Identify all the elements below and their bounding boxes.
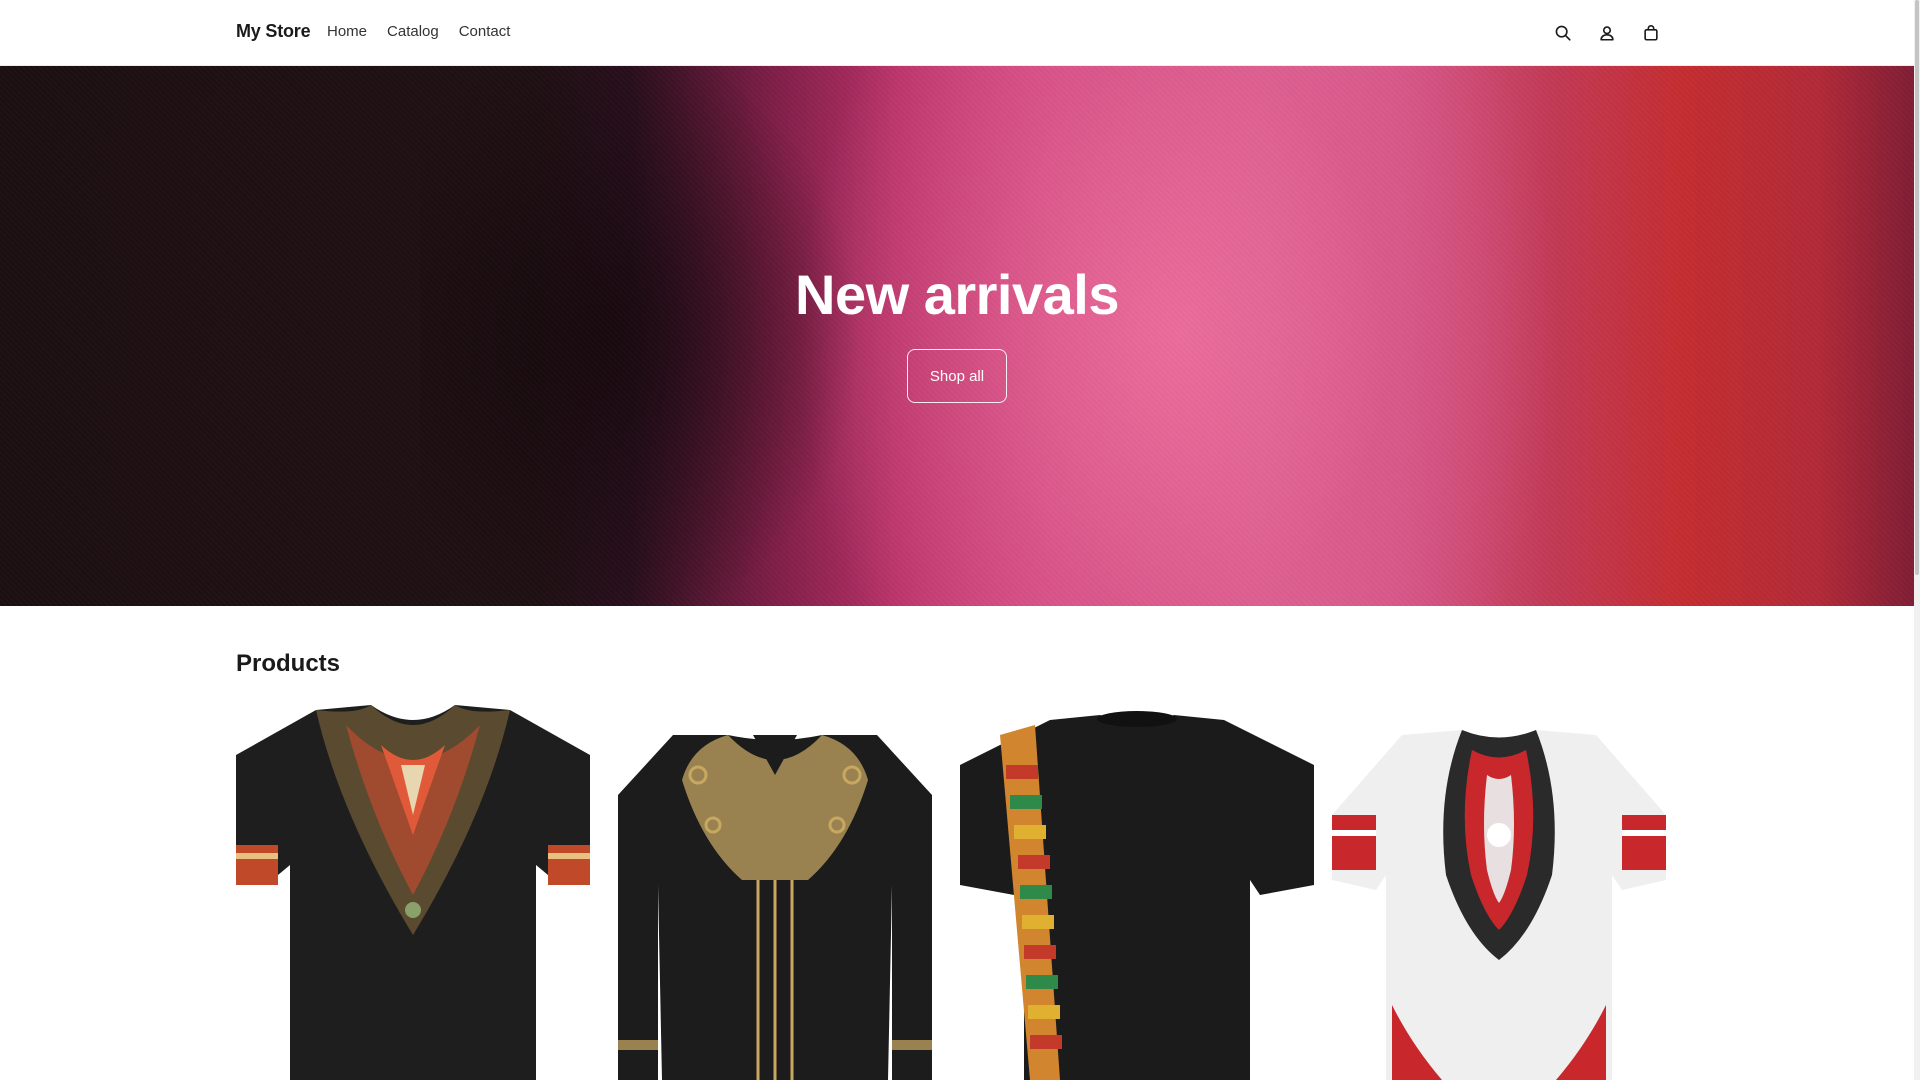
- cart-icon[interactable]: [1638, 20, 1664, 46]
- scrollbar-thumb[interactable]: [1915, 0, 1919, 575]
- product-card-2[interactable]: [598, 705, 952, 1080]
- product-image-1: [236, 705, 590, 1080]
- product-card-4[interactable]: [1322, 705, 1676, 1080]
- shop-all-button[interactable]: Shop all: [907, 349, 1007, 403]
- product-card-1[interactable]: [236, 705, 590, 1080]
- store-logo[interactable]: My Store: [236, 21, 311, 42]
- site-header: My Store Home Catalog Contact: [0, 0, 1914, 66]
- nav-contact[interactable]: Contact: [459, 23, 511, 40]
- page: My Store Home Catalog Contact New arriva…: [0, 0, 1914, 1080]
- product-image-4: [1322, 705, 1676, 1080]
- nav-home[interactable]: Home: [327, 23, 367, 40]
- product-image-3: [960, 705, 1314, 1080]
- product-image-2: [598, 705, 952, 1080]
- header-icons: [1550, 20, 1664, 46]
- nav-catalog[interactable]: Catalog: [387, 23, 439, 40]
- account-icon[interactable]: [1594, 20, 1620, 46]
- search-icon[interactable]: [1550, 20, 1576, 46]
- hero-title: New arrivals: [795, 263, 1119, 326]
- hero-banner: New arrivals Shop all: [0, 66, 1914, 606]
- products-heading: Products: [236, 650, 341, 677]
- main-nav: Home Catalog Contact: [327, 23, 510, 40]
- product-card-3[interactable]: [960, 705, 1314, 1080]
